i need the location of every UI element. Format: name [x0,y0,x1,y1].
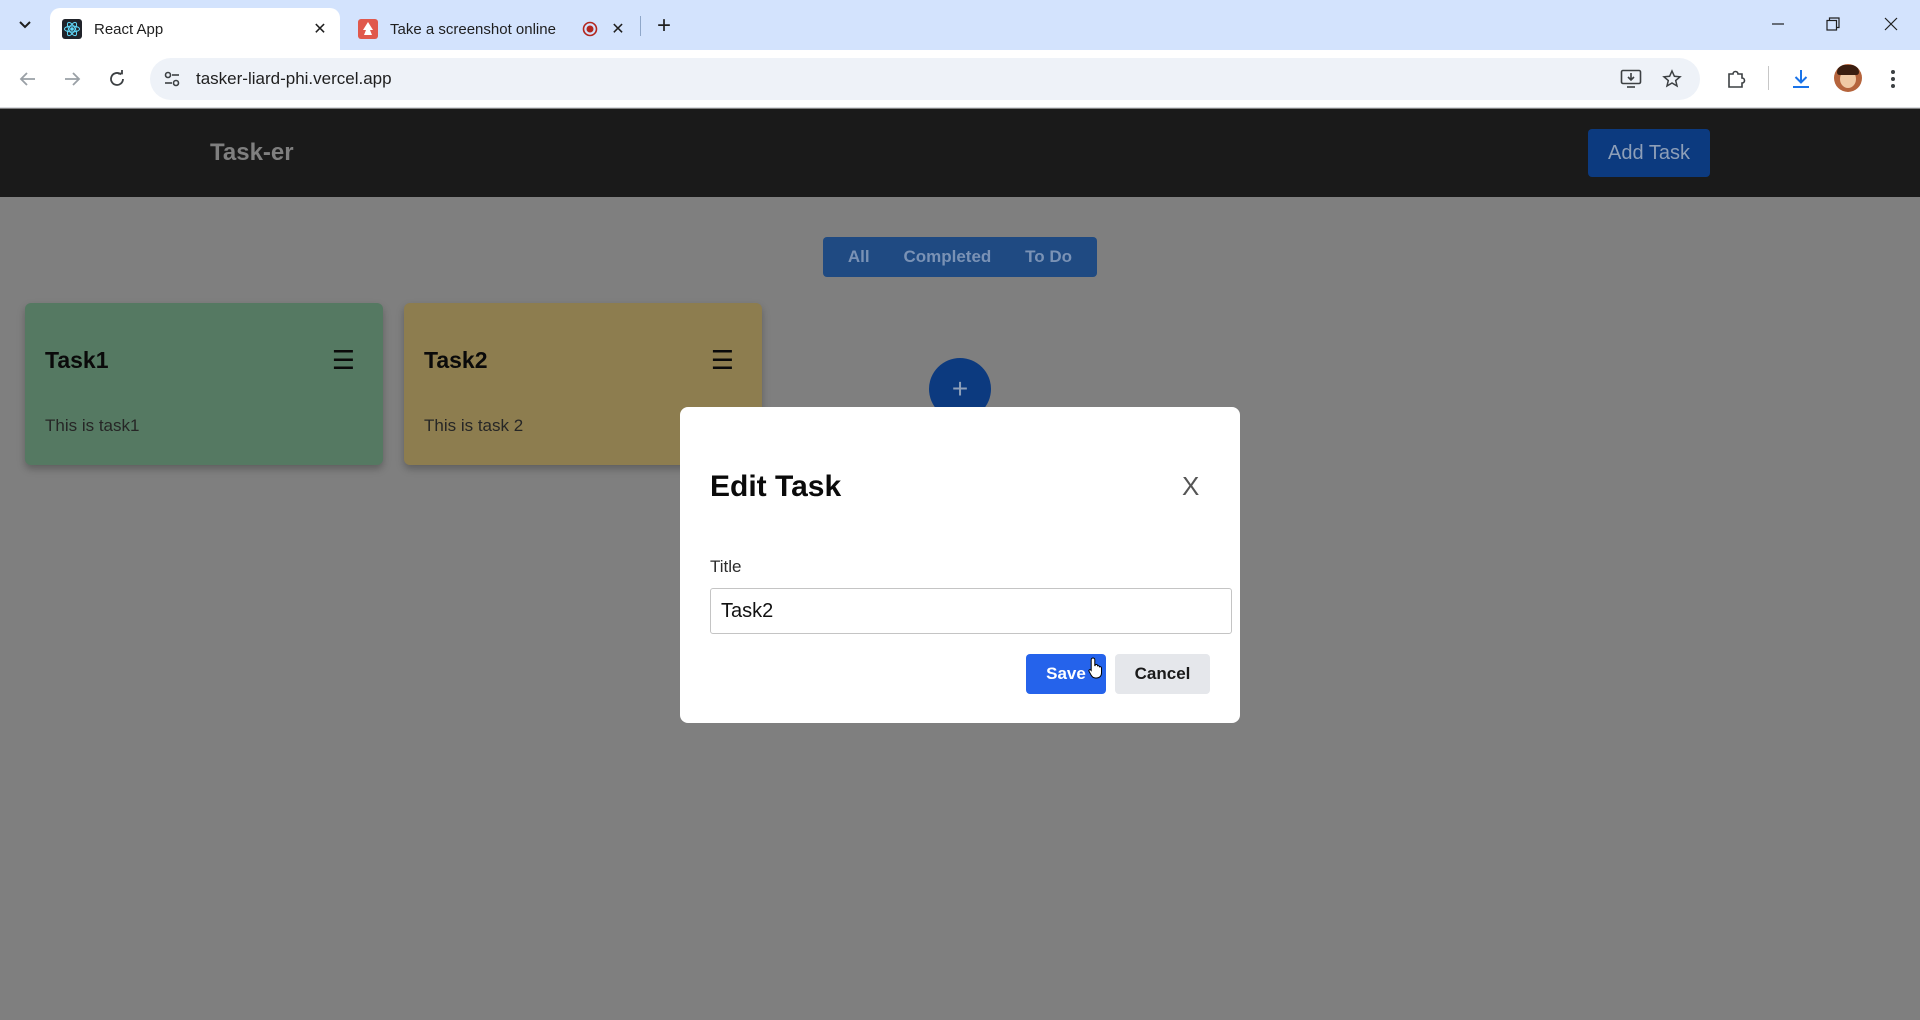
minimize-icon[interactable] [1758,8,1798,40]
back-icon[interactable] [12,63,44,95]
reload-icon[interactable] [101,63,133,95]
browser-toolbar: tasker-liard-phi.vercel.app [0,50,1920,108]
recording-icon [578,17,602,41]
profile-avatar[interactable] [1834,64,1862,92]
hand-cursor-icon [1088,657,1102,679]
download-icon[interactable] [1787,65,1815,93]
task-description: This is task1 [45,416,140,435]
close-window-icon[interactable] [1871,8,1911,40]
forward-icon[interactable] [56,63,88,95]
hamburger-menu-icon[interactable]: ☰ [332,347,355,373]
app-brand[interactable]: Task-er [210,139,294,167]
hamburger-menu-icon[interactable]: ☰ [711,347,734,373]
install-app-icon[interactable] [1619,67,1643,91]
tab-screenshot[interactable]: Take a screenshot online ✕ [348,8,638,50]
menu-dots-icon[interactable] [1879,65,1907,93]
url-text: tasker-liard-phi.vercel.app [196,69,392,88]
extensions-icon[interactable] [1722,65,1750,93]
avatar-hair [1837,65,1859,75]
filter-bar: All Completed To Do [823,237,1097,277]
new-tab-button[interactable]: + [650,12,678,40]
filter-all-button[interactable]: All [848,247,870,267]
filter-todo-button[interactable]: To Do [1025,247,1072,267]
edit-task-modal: Edit Task X Title Save Cancel [680,407,1240,723]
task-title: Task1 [45,347,109,373]
modal-close-button[interactable]: X [1182,471,1199,502]
modal-title: Edit Task [710,470,842,503]
app-header: Task-er Add Task [0,109,1920,197]
screenshot-icon [358,19,378,39]
task-card[interactable]: Task1 ☰ This is task1 [25,303,383,465]
task-description: This is task 2 [424,416,524,435]
task-title: Task2 [424,347,488,373]
tab-react-app[interactable]: React App ✕ [50,8,340,50]
restore-icon[interactable] [1813,8,1853,40]
tab-divider [640,16,641,36]
tab-search-button[interactable] [8,10,42,40]
add-task-button[interactable]: Add Task [1588,129,1710,177]
chevron-down-icon [19,21,31,29]
toolbar-divider [1768,66,1769,90]
tab-title: Take a screenshot online [390,20,556,38]
close-tab-icon[interactable]: ✕ [308,17,332,41]
address-bar[interactable]: tasker-liard-phi.vercel.app [150,58,1700,100]
close-tab-icon[interactable]: ✕ [606,17,630,41]
bookmark-star-icon[interactable] [1660,67,1684,91]
title-input[interactable] [710,588,1232,634]
browser-tab-strip: React App ✕ Take a screenshot online ✕ + [0,0,1920,50]
tab-title: React App [94,20,164,38]
filter-completed-button[interactable]: Completed [903,247,991,267]
react-icon [62,19,82,39]
cancel-button[interactable]: Cancel [1115,654,1210,694]
site-info-icon[interactable] [160,67,184,91]
title-field-label: Title [710,557,742,576]
